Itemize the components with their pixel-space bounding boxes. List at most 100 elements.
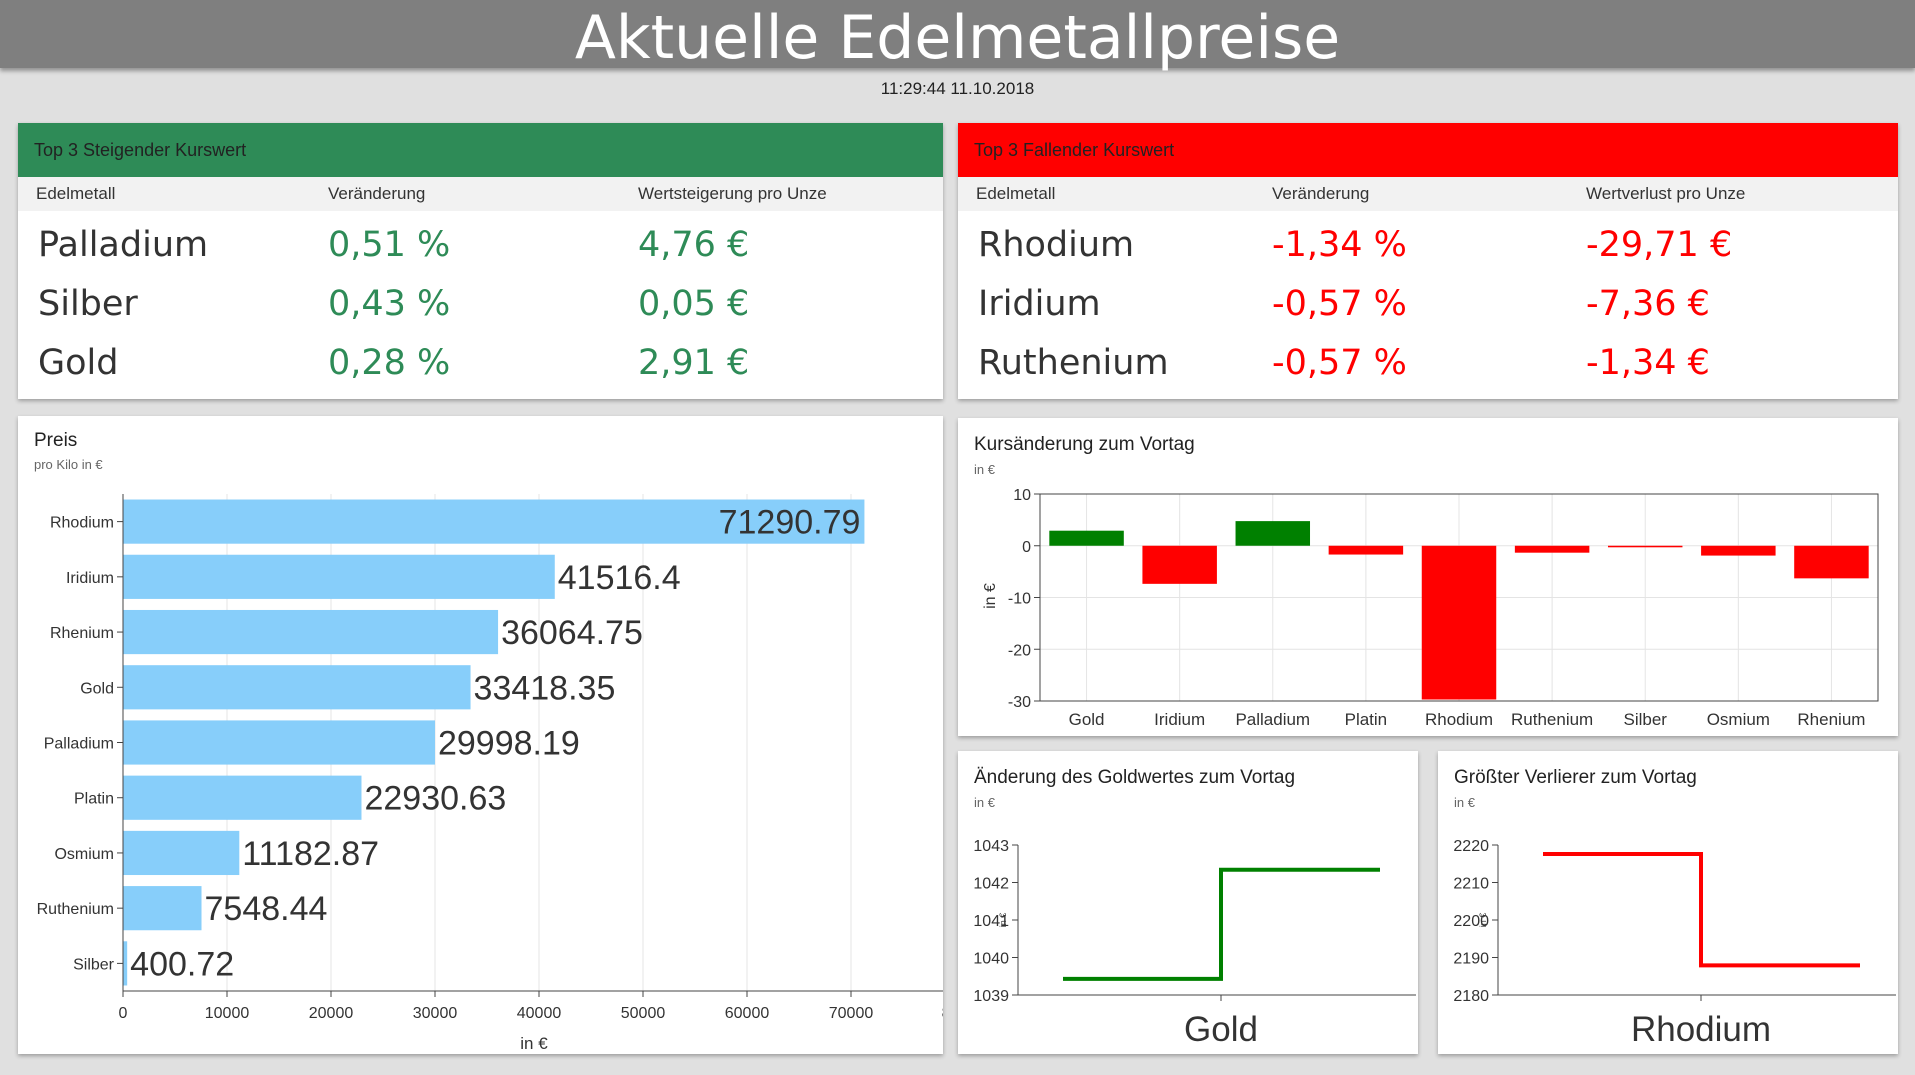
gold-change-chart-card: Änderung des Goldwertes zum Vortag in € …	[958, 751, 1418, 1054]
gold-step-chart: 10431042104110401039in €Gold	[973, 838, 1416, 1049]
y-axis-label: in €	[1478, 913, 1488, 928]
column-header-value: Wertsteigerung pro Unze	[638, 184, 827, 203]
series-line	[1543, 852, 1860, 968]
bar-value-label: 7548.44	[205, 890, 328, 928]
bar	[1421, 545, 1497, 700]
table-row: Silber 0,43 % 0,05 €	[18, 275, 943, 334]
x-tick-label: Silber	[1623, 710, 1667, 729]
y-tick-label: Silber	[73, 956, 115, 973]
daily-change-bar-chart: 10 0 -10 -20 -30 Gold Iridium Palladium Platin Rh…	[982, 487, 1879, 729]
value-change: -7,36 €	[1586, 284, 1710, 324]
bar	[1142, 545, 1217, 584]
price-chart-card: Preis pro Kilo in € 0 10000 20000 30000 4000…	[18, 416, 943, 1054]
y-tick-label: 2180	[1453, 988, 1489, 1005]
x-tick-label: Rhodium	[1425, 710, 1493, 729]
column-header-change: Veränderung	[1272, 184, 1370, 203]
change-percent: -0,57 %	[1272, 343, 1407, 383]
table-row: Palladium 0,51 % 4,76 €	[18, 216, 943, 275]
loser-step-chart: 22202210220021902180in €Rhodium	[1453, 838, 1896, 1049]
series-line	[1063, 867, 1380, 981]
top-falling-card: Top 3 Fallender Kurswert Edelmetall Verä…	[958, 123, 1898, 399]
x-tick-label: 60000	[725, 1005, 770, 1022]
bar-value-label: 33418.35	[474, 669, 616, 707]
bar	[123, 720, 435, 765]
change-percent: -0,57 %	[1272, 284, 1407, 324]
bar-value-label: 11182.87	[242, 835, 379, 873]
bar	[1514, 545, 1590, 553]
y-tick-label: Osmium	[54, 846, 114, 863]
bar-value-label: 22930.63	[364, 780, 506, 818]
price-bar-chart: 0 10000 20000 30000 40000 50000 60000 70000 800 R…	[37, 494, 943, 1053]
y-tick-label: 2210	[1453, 876, 1489, 893]
value-change: 0,05 €	[638, 284, 750, 324]
x-axis-label: Rhodium	[1631, 1010, 1771, 1049]
y-tick-label: -10	[1008, 591, 1031, 608]
metal-name: Ruthenium	[978, 343, 1169, 383]
bar	[123, 886, 202, 931]
value-change: 4,76 €	[638, 225, 750, 265]
bar	[1794, 545, 1869, 579]
bar	[1328, 545, 1404, 555]
y-tick-label: 1039	[973, 988, 1009, 1005]
metal-name: Gold	[38, 343, 119, 383]
daily-change-chart-card: Kursänderung zum Vortag in € 10 0 -10 -20 -3…	[958, 418, 1898, 736]
x-tick-label: Palladium	[1235, 710, 1310, 729]
page-title: Aktuelle Edelmetallpreise	[574, 3, 1341, 73]
x-tick-label: Rhenium	[1797, 710, 1865, 729]
timestamp: 11:29:44 11.10.2018	[880, 79, 1035, 98]
x-tick-label: 40000	[517, 1005, 562, 1022]
x-tick-label: 10000	[205, 1005, 250, 1022]
x-axis-label: Gold	[1184, 1010, 1258, 1049]
column-header-value: Wertverlust pro Unze	[1586, 184, 1746, 203]
page-header: Aktuelle Edelmetallpreise	[0, 0, 1915, 73]
y-tick-label: 2220	[1453, 838, 1489, 855]
x-tick-label: 30000	[413, 1005, 458, 1022]
column-header-metal: Edelmetall	[36, 184, 116, 203]
y-tick-label: -20	[1008, 642, 1031, 659]
metal-name: Iridium	[978, 284, 1101, 324]
y-tick-label: -30	[1008, 694, 1031, 711]
value-change: 2,91 €	[638, 343, 750, 383]
bar	[123, 609, 499, 655]
y-tick-label: 2190	[1453, 951, 1489, 968]
value-change: -1,34 €	[1586, 343, 1710, 383]
top-rising-card: Top 3 Steigender Kurswert Edelmetall Ver…	[18, 123, 943, 399]
bar-value-label: 29998.19	[438, 725, 580, 763]
x-tick-label: Gold	[1069, 710, 1105, 729]
y-tick-label: 1040	[973, 951, 1009, 968]
change-percent: 0,51 %	[328, 225, 451, 265]
top-falling-title: Top 3 Fallender Kurswert	[958, 123, 1898, 177]
change-percent: 0,43 %	[328, 284, 451, 324]
y-tick-label: 1043	[973, 838, 1009, 855]
y-axis-label: in €	[982, 583, 999, 609]
y-tick-label: Platin	[74, 791, 114, 808]
bar-value-label: 41516.4	[558, 559, 681, 597]
y-tick-label: Gold	[80, 680, 114, 697]
bar	[123, 775, 362, 820]
y-tick-label: Rhenium	[50, 625, 114, 642]
top-falling-column-headers: Edelmetall Veränderung Wertverlust pro U…	[958, 177, 1898, 211]
table-row: Rhodium -1,34 % -29,71 €	[958, 216, 1898, 275]
top-rising-column-headers: Edelmetall Veränderung Wertsteigerung pr…	[18, 177, 943, 211]
metal-name: Rhodium	[978, 225, 1135, 265]
bar-value-label: 400.72	[130, 945, 234, 983]
x-axis-label: in €	[520, 1034, 548, 1053]
y-axis-label: in €	[998, 913, 1008, 928]
x-tick-label: Platin	[1345, 710, 1388, 729]
x-tick-label: 0	[119, 1005, 128, 1022]
x-tick-label: 800	[942, 1005, 943, 1022]
bar	[123, 830, 240, 876]
y-tick-label: 10	[1013, 487, 1031, 504]
bar	[123, 941, 128, 986]
y-tick-label: Iridium	[66, 570, 114, 587]
change-percent: 0,28 %	[328, 343, 451, 383]
x-tick-label: Ruthenium	[1511, 710, 1593, 729]
change-percent: -1,34 %	[1272, 225, 1407, 265]
bar	[1607, 545, 1683, 548]
bar	[123, 665, 471, 710]
y-tick-label: 1042	[973, 876, 1009, 893]
x-tick-label: 20000	[309, 1005, 354, 1022]
top-rising-title: Top 3 Steigender Kurswert	[18, 123, 943, 177]
metal-name: Palladium	[38, 225, 209, 265]
bar	[123, 554, 555, 599]
